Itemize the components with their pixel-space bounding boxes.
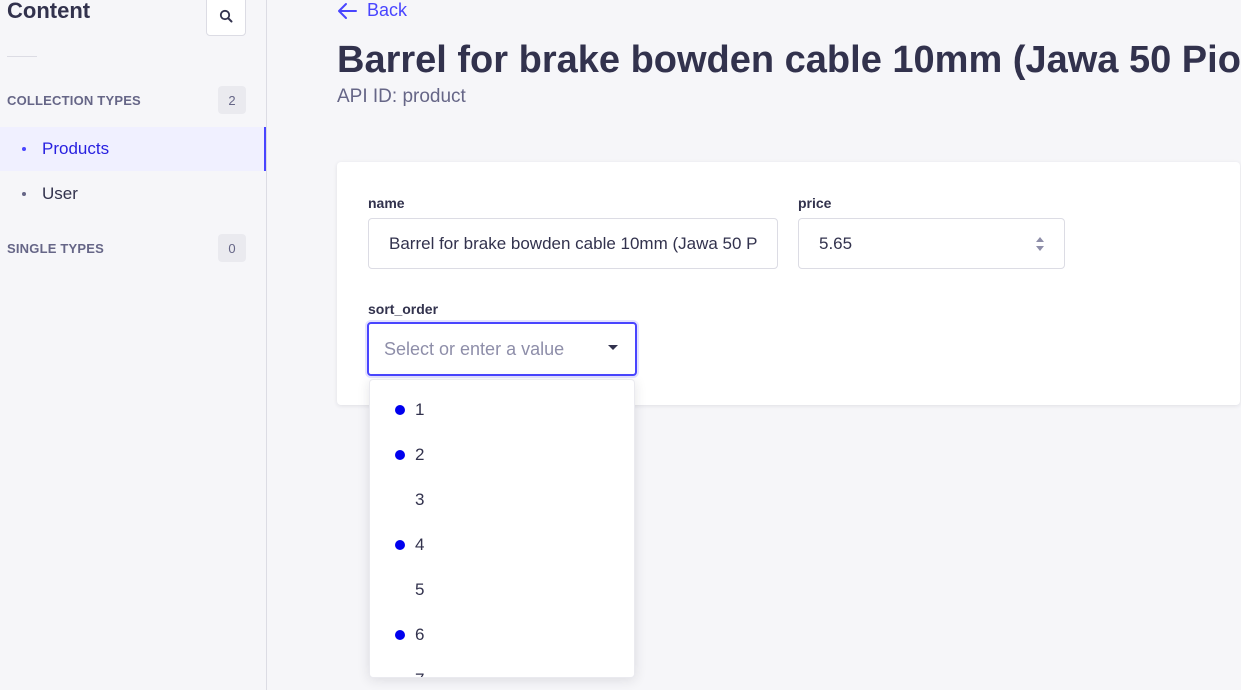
search-button[interactable] [206, 0, 246, 36]
marker-dot-icon [395, 540, 405, 550]
arrow-left-icon [338, 2, 357, 19]
option-label: 7 [415, 670, 424, 678]
option-label: 4 [415, 534, 425, 554]
single-types-heading: SINGLE TYPES [7, 241, 105, 256]
sidebar-item-label: Products [42, 139, 110, 158]
collection-types-count: 2 [218, 86, 246, 114]
caret-down-icon [608, 345, 618, 350]
bullet-icon [22, 147, 26, 151]
bullet-icon [22, 192, 26, 196]
option-label: 2 [415, 444, 425, 464]
sidebar-item-user[interactable]: User [0, 172, 266, 216]
back-label: Back [367, 0, 408, 20]
dropdown-option[interactable]: 3 [370, 477, 634, 522]
option-label: 5 [415, 579, 425, 599]
dropdown-option[interactable]: 2 [370, 432, 634, 477]
price-label: price [798, 195, 832, 211]
sidebar-item-label: User [42, 184, 78, 203]
marker-dot-icon [395, 630, 405, 640]
back-link[interactable]: Back [337, 0, 407, 21]
marker-dot-icon [395, 450, 405, 460]
option-label: 1 [415, 399, 425, 419]
name-label: name [368, 195, 405, 211]
dropdown-option[interactable]: 6 [370, 612, 634, 657]
single-types-count: 0 [218, 234, 246, 262]
price-value: 5.65 [819, 233, 853, 253]
name-value: Barrel for brake bowden cable 10mm (Jawa… [389, 233, 758, 253]
option-label: 6 [415, 624, 425, 644]
dropdown-option[interactable]: 1 [370, 387, 634, 432]
dropdown-option[interactable]: 4 [370, 522, 634, 567]
sidebar-divider [7, 56, 37, 57]
sort-order-placeholder: Select or enter a value [384, 338, 565, 359]
search-icon [219, 9, 233, 23]
dropdown-option[interactable]: 5 [370, 567, 634, 612]
sort-order-dropdown: 1 2 3 4 5 6 7 [369, 379, 635, 678]
option-label: 3 [415, 489, 425, 509]
name-field[interactable]: Barrel for brake bowden cable 10mm (Jawa… [368, 218, 778, 269]
sort-order-select[interactable]: Select or enter a value [367, 322, 637, 376]
sidebar-item-products[interactable]: Products [0, 127, 266, 171]
collection-types-heading: COLLECTION TYPES [7, 93, 141, 108]
marker-dot-icon [395, 405, 405, 415]
stepper-icon[interactable] [1034, 235, 1046, 253]
api-id: API ID: product [337, 86, 466, 107]
page-title: Barrel for brake bowden cable 10mm (Jawa… [337, 39, 1241, 81]
sidebar: Content COLLECTION TYPES 2 Products User… [0, 0, 267, 690]
sort-order-label: sort_order [368, 301, 439, 317]
price-field[interactable]: 5.65 [798, 218, 1065, 269]
sidebar-title: Content [7, 0, 91, 23]
dropdown-option[interactable]: 7 [370, 657, 634, 678]
